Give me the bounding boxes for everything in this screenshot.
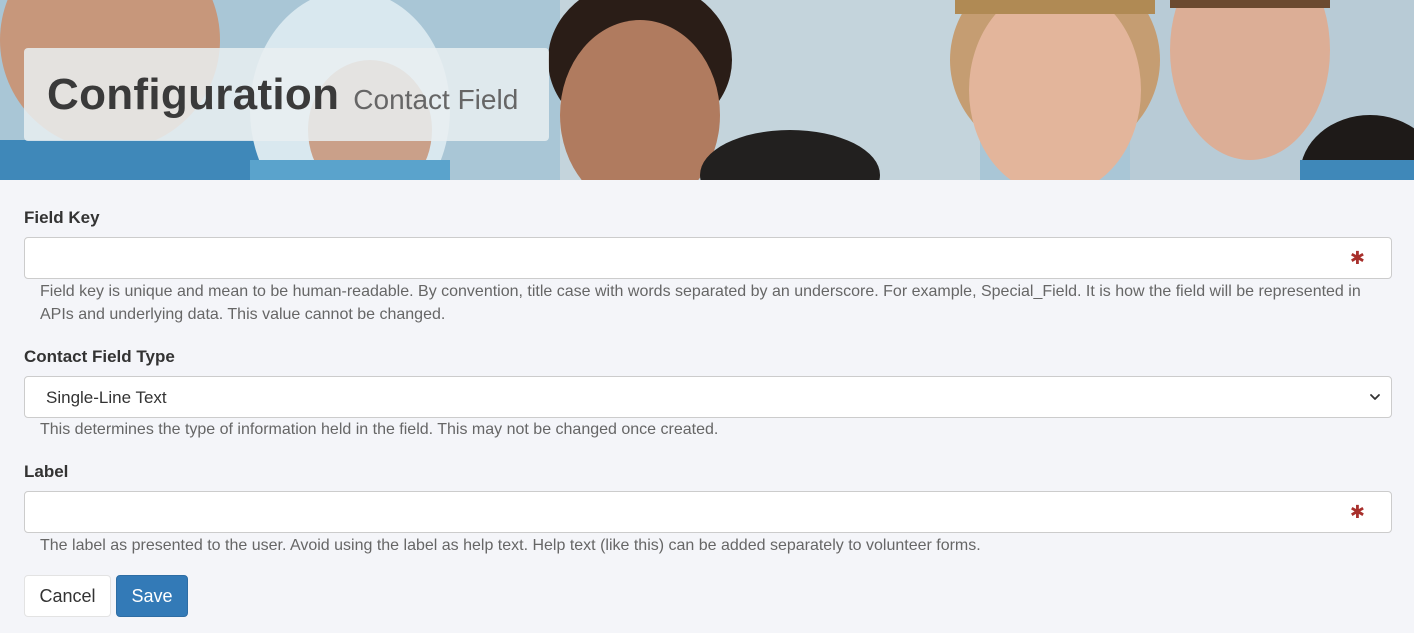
page-title-box: Configuration Contact Field [24,48,549,141]
required-icon: ✱ [1349,248,1365,268]
field-type-label: Contact Field Type [24,347,175,366]
label-field[interactable]: ✱ [24,491,1392,533]
field-key-field[interactable]: ✱ [24,237,1392,279]
field-key-label: Field Key [24,208,100,227]
label-field-label: Label [24,462,69,481]
cancel-button[interactable]: Cancel [24,575,111,617]
field-type-select[interactable]: Single-Line Text [24,376,1392,418]
header-banner: Configuration Contact Field [0,0,1414,180]
label-input[interactable] [25,492,1349,532]
field-type-selected-value: Single-Line Text [46,388,167,407]
required-icon: ✱ [1349,502,1365,522]
field-key-input[interactable] [25,238,1349,278]
label-help: The label as presented to the user. Avoi… [40,537,981,554]
chevron-down-icon [1370,394,1380,400]
field-key-help: Field key is unique and mean to be human… [40,283,1361,323]
page-title: Configuration [47,69,340,119]
save-button[interactable]: Save [116,575,188,617]
page-subtitle: Contact Field [353,83,519,115]
field-type-help: This determines the type of information … [40,421,719,438]
